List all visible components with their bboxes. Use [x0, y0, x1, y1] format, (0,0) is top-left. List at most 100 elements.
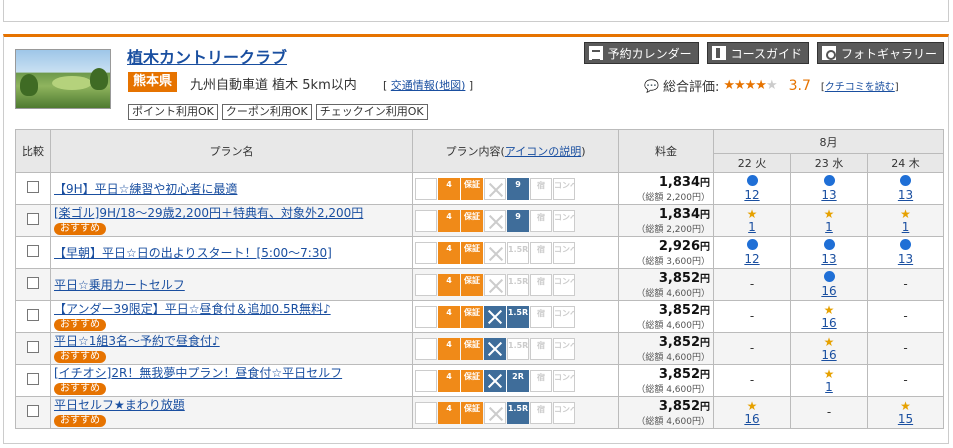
plan-feature-icon-label: 宿 — [537, 180, 545, 190]
prefecture-badge: 熊本県 — [128, 72, 178, 92]
review-link[interactable]: クチコミを読む — [825, 82, 895, 93]
compare-cell — [15, 204, 51, 237]
calendar-button[interactable]: 予約カレンダー — [583, 42, 699, 64]
slot-count-link[interactable]: 12 — [744, 188, 759, 202]
compare-checkbox[interactable] — [27, 245, 39, 257]
slot-count-link[interactable]: 13 — [898, 252, 913, 266]
price-amount: 1,834 — [658, 175, 700, 190]
plan-feature-icon-label: コンペ特典 — [554, 372, 574, 382]
compare-cell — [15, 300, 51, 333]
plan-feature-icon — [484, 209, 506, 232]
plan-name-link[interactable]: 平日☆乗用カートセルフ — [54, 278, 185, 292]
day-cell: - — [866, 268, 945, 301]
total-suffix: ） — [700, 385, 710, 395]
slot-count-link[interactable]: 1 — [825, 380, 833, 394]
plan-feature-icon-label — [484, 338, 506, 340]
feature-tags: ポイント利用OK クーポン利用OK チェックイン利用OK — [128, 104, 428, 120]
slot-count-link[interactable]: 16 — [821, 348, 836, 362]
price-cell: 1,834円 （総額 2,200円） — [618, 204, 714, 237]
plan-feature-icon-label — [416, 403, 436, 405]
plan-name-link[interactable]: 平日☆1組3名〜予約で昼食付♪ — [54, 334, 220, 348]
club-name-link[interactable]: 植木カントリークラブ — [127, 44, 287, 68]
price-value: 2,926円 — [619, 238, 710, 254]
access-link-wrap: [ 交通情報(地図) ] — [383, 79, 474, 92]
plan-feature-icon-label: 宿 — [537, 244, 545, 254]
unavailable-mark: - — [749, 277, 755, 291]
compare-checkbox[interactable] — [27, 373, 39, 385]
plan-name-link[interactable]: [楽ゴル]9H/18〜29歳2,200円＋特典有、対象外2,200円 — [54, 206, 363, 220]
slot-count-link[interactable]: 1 — [825, 220, 833, 234]
plan-feature-icon-label: 保証 — [464, 371, 480, 381]
slot-count-link[interactable]: 12 — [744, 252, 759, 266]
star-slot-icon: ★ — [823, 302, 835, 317]
plan-name-link[interactable]: 【アンダー39限定】平日☆昼食付＆追加0.5R無料♪ — [54, 302, 331, 316]
plan-name-link[interactable]: [イチオシ]2R！無我夢中プラン！昼食付☆平日セルフ — [54, 366, 342, 380]
slot-count-link[interactable]: 13 — [821, 252, 836, 266]
star-slot-icon: ★ — [746, 206, 758, 221]
plan-feature-icon: 1.5R — [507, 305, 529, 328]
plan-feature-icon-label — [416, 243, 436, 245]
icon-legend-link[interactable]: アイコンの説明 — [505, 145, 581, 158]
plan-name-link[interactable]: 【9H】平日☆練習や初心者に最適 — [54, 182, 237, 196]
price-amount: 3,852 — [658, 303, 700, 318]
compare-cell — [15, 236, 51, 269]
total-suffix: ） — [700, 353, 710, 363]
table-row: 【9H】平日☆練習や初心者に最適4保証9宿コンペ特典1,834円（総額 2,20… — [15, 172, 945, 205]
course-guide-button[interactable]: コースガイド — [706, 42, 809, 64]
col-price: 料金 — [618, 129, 714, 173]
day-cell: - — [866, 332, 945, 365]
slot-count-link[interactable]: 16 — [821, 316, 836, 330]
price-cell: 2,926円 （総額 3,600円） — [618, 236, 714, 269]
top-frame — [3, 0, 949, 22]
plan-feature-icon: コンペ特典 — [553, 177, 575, 200]
plan-feature-icon-label: 1.5R — [507, 403, 529, 413]
plan-feature-icon-label: コンペ特典 — [554, 340, 574, 350]
plan-feature-icon-label: 4 — [446, 275, 452, 285]
price-yen: 円 — [700, 242, 710, 253]
plan-feature-icon — [415, 273, 437, 296]
slot-count-link[interactable]: 13 — [898, 188, 913, 202]
slot-count-link[interactable]: 16 — [744, 412, 759, 426]
total-prefix: （総額 — [636, 321, 667, 331]
plan-feature-icon — [415, 369, 437, 392]
total-suffix: ） — [700, 321, 710, 331]
compare-checkbox[interactable] — [27, 213, 39, 225]
price-amount: 3,852 — [658, 335, 700, 350]
day-cell: 13 — [866, 236, 945, 269]
compare-checkbox[interactable] — [27, 405, 39, 417]
day-cell: ★ 1 — [713, 204, 791, 237]
table-row: [イチオシ]2R！無我夢中プラン！昼食付☆平日セルフおすすめ 4 保証 2R 宿コンペ特… — [15, 364, 945, 397]
access-map-link[interactable]: 交通情報(地図) — [391, 79, 466, 92]
available-dot-icon — [746, 239, 758, 250]
compare-checkbox[interactable] — [27, 277, 39, 289]
course-photo[interactable] — [15, 49, 111, 109]
price-total: （総額 2,200円） — [619, 190, 710, 203]
tag-point: ポイント利用OK — [128, 104, 218, 120]
plan-feature-icon: 宿 — [530, 401, 552, 424]
plan-feature-icon: 保証 — [461, 401, 483, 424]
plan-feature-icon: 9 — [507, 177, 529, 200]
compare-checkbox[interactable] — [27, 341, 39, 353]
slot-count-link[interactable]: 15 — [898, 412, 913, 426]
plan-feature-icon: 4 — [438, 369, 460, 392]
slot-count-link[interactable]: 13 — [821, 188, 836, 202]
recommended-badge: おすすめ — [54, 319, 106, 331]
plan-icons-cell: 4 保証 9 宿コンペ特典 — [412, 204, 619, 237]
total-suffix: ） — [700, 225, 710, 235]
photo-gallery-button[interactable]: フォトギャラリー — [816, 42, 944, 64]
day-cell: ★ 16 — [713, 396, 791, 429]
plan-feature-icon-label: 保証 — [464, 243, 480, 253]
plan-name-link[interactable]: 【早朝】平日☆日の出よりスタート！[5:00〜7:30] — [54, 246, 332, 260]
compare-cell — [15, 332, 51, 365]
plan-feature-icon-label: 保証 — [464, 275, 480, 285]
slot-count-link[interactable]: 16 — [821, 284, 836, 298]
compare-checkbox[interactable] — [27, 181, 39, 193]
compare-checkbox[interactable] — [27, 309, 39, 321]
plan-name-link[interactable]: 平日セルフ★まわり放題 — [54, 398, 185, 412]
slot-count-link[interactable]: 1 — [902, 220, 910, 234]
plan-feature-icon: 4 — [438, 209, 460, 232]
total-amount: 4,600円 — [666, 417, 701, 427]
price-amount: 3,852 — [658, 367, 700, 382]
slot-count-link[interactable]: 1 — [748, 220, 756, 234]
unavailable-mark: - — [903, 277, 908, 291]
